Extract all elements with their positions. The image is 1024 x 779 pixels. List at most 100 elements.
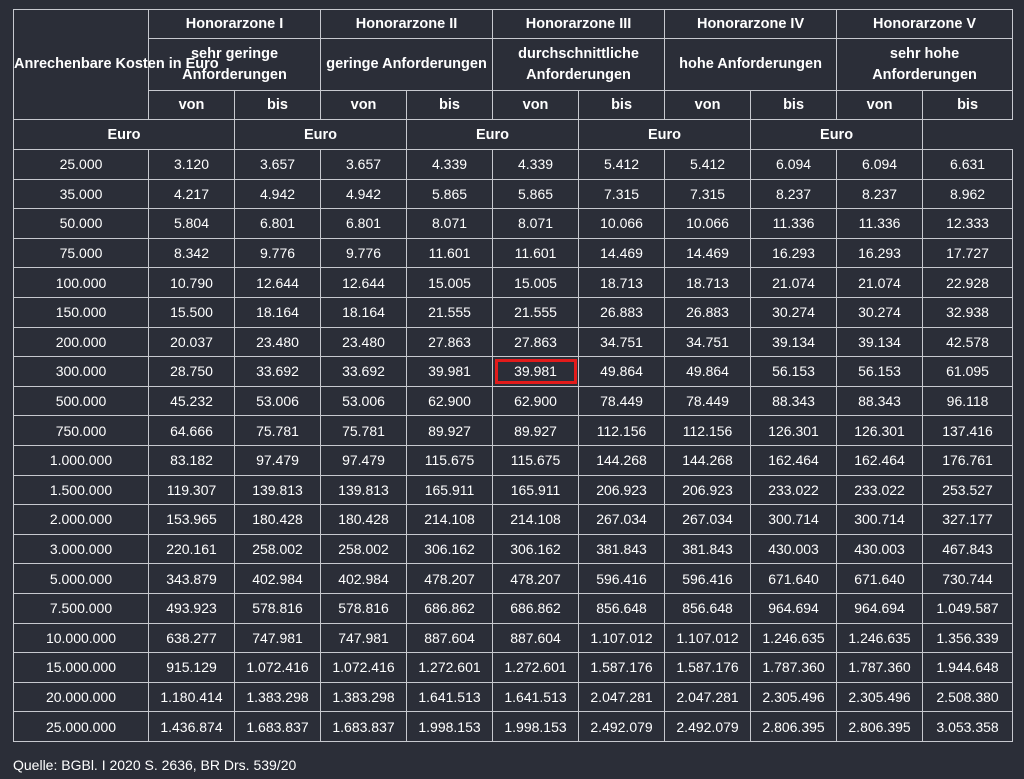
fee-to-cell: 1.683.837 bbox=[233, 711, 322, 742]
zone-header-3: Honorarzone III bbox=[492, 9, 666, 39]
fee-to-cell: 17.727 bbox=[922, 237, 1014, 269]
fee-to-cell: 3.053.358 bbox=[922, 711, 1014, 742]
fee-to-cell: 126.301 bbox=[750, 415, 838, 446]
fee-to-cell: 18.164 bbox=[233, 296, 322, 328]
table-row: 300.000 28.750 33.692 33.692 39.981 39.981 49.… bbox=[13, 356, 1014, 387]
fee-to-cell: 180.428 bbox=[233, 504, 322, 535]
fee-from-cell: 4.217 bbox=[148, 178, 235, 210]
fee-to-cell: 964.694 bbox=[750, 592, 838, 624]
fee-to-cell: 596.416 bbox=[578, 563, 666, 594]
fee-from-cell: 30.274 bbox=[836, 296, 924, 328]
cost-cell: 5.000.000 bbox=[13, 563, 149, 594]
fee-from-cell: 402.984 bbox=[320, 563, 408, 594]
table-row: 15.000.000 915.129 1.072.416 1.072.416 1.272… bbox=[13, 652, 1014, 683]
fee-from-cell: 18.164 bbox=[320, 296, 408, 328]
fee-from-cell: 1.180.414 bbox=[148, 681, 235, 713]
fee-from-cell: 15.500 bbox=[148, 296, 235, 328]
fee-to-cell: 34.751 bbox=[578, 326, 666, 358]
fee-from-cell: 233.022 bbox=[836, 474, 924, 506]
fee-from-cell: 34.751 bbox=[664, 326, 752, 358]
cost-cell: 500.000 bbox=[13, 385, 149, 417]
fee-to-cell: 23.480 bbox=[233, 326, 322, 358]
fee-to-cell: 7.315 bbox=[578, 178, 666, 210]
from-header: von bbox=[320, 90, 408, 120]
fee-from-cell: 12.644 bbox=[320, 267, 408, 298]
fee-to-cell: 144.268 bbox=[578, 444, 666, 476]
source-note: Quelle: BGBl. I 2020 S. 2636, BR Drs. 53… bbox=[13, 757, 297, 773]
zone-header-4: Honorarzone IV bbox=[664, 9, 838, 39]
fee-to-cell: 27.863 bbox=[406, 326, 494, 358]
fee-to-cell: 1.944.648 bbox=[922, 652, 1014, 683]
from-header: von bbox=[836, 90, 924, 120]
fee-to-cell: 96.118 bbox=[922, 385, 1014, 417]
fee-to-cell: 11.601 bbox=[406, 237, 494, 269]
cost-cell: 200.000 bbox=[13, 326, 149, 358]
fee-from-cell: 21.074 bbox=[836, 267, 924, 298]
unit-header: Euro bbox=[578, 119, 752, 150]
fee-to-cell: 26.883 bbox=[578, 296, 666, 328]
fee-from-cell: 39.134 bbox=[836, 326, 924, 358]
fee-to-cell: 53.006 bbox=[233, 385, 322, 417]
fee-from-cell: 686.862 bbox=[492, 592, 580, 624]
fee-from-cell: 139.813 bbox=[320, 474, 408, 506]
fee-to-cell: 578.816 bbox=[233, 592, 322, 624]
fee-to-cell: 1.049.587 bbox=[922, 592, 1014, 624]
fee-from-cell: 16.293 bbox=[836, 237, 924, 269]
fee-to-cell: 1.787.360 bbox=[750, 652, 838, 683]
fee-to-cell: 300.714 bbox=[750, 504, 838, 535]
fee-to-cell: 6.631 bbox=[922, 149, 1014, 180]
fee-to-cell: 56.153 bbox=[750, 356, 838, 387]
fee-from-cell: 1.272.601 bbox=[492, 652, 580, 683]
fee-from-cell: 115.675 bbox=[492, 444, 580, 476]
fee-from-cell: 214.108 bbox=[492, 504, 580, 535]
cost-cell: 75.000 bbox=[13, 237, 149, 269]
fee-from-cell: 83.182 bbox=[148, 444, 235, 476]
fee-to-cell: 1.072.416 bbox=[233, 652, 322, 683]
fee-from-cell: 11.601 bbox=[492, 237, 580, 269]
fee-to-cell: 206.923 bbox=[578, 474, 666, 506]
fee-to-cell: 258.002 bbox=[233, 533, 322, 565]
from-header: von bbox=[492, 90, 580, 120]
fee-from-cell: 267.034 bbox=[664, 504, 752, 535]
fee-from-cell: 747.981 bbox=[320, 622, 408, 654]
fee-from-cell: 915.129 bbox=[148, 652, 235, 683]
fee-from-cell: 1.787.360 bbox=[836, 652, 924, 683]
table-row: 750.000 64.666 75.781 75.781 89.927 89.927 112… bbox=[13, 415, 1014, 446]
fee-to-cell: 62.900 bbox=[406, 385, 494, 417]
table-row: 25.000.000 1.436.874 1.683.837 1.683.837 1.9… bbox=[13, 711, 1014, 742]
from-header: von bbox=[148, 90, 235, 120]
fee-from-cell: 165.911 bbox=[492, 474, 580, 506]
fee-from-cell: 1.436.874 bbox=[148, 711, 235, 742]
fee-to-cell: 8.962 bbox=[922, 178, 1014, 210]
fee-to-cell: 115.675 bbox=[406, 444, 494, 476]
fee-from-cell: 2.047.281 bbox=[664, 681, 752, 713]
fee-from-cell: 478.207 bbox=[492, 563, 580, 594]
cost-cell: 1.500.000 bbox=[13, 474, 149, 506]
zone-requirement-3: durchschnittliche Anforderungen bbox=[492, 38, 666, 91]
cost-cell: 7.500.000 bbox=[13, 592, 149, 624]
fee-to-cell: 162.464 bbox=[750, 444, 838, 476]
fee-to-cell: 1.587.176 bbox=[578, 652, 666, 683]
zone-header-1: Honorarzone I bbox=[147, 9, 322, 39]
fee-to-cell: 381.843 bbox=[578, 533, 666, 565]
fee-to-cell: 1.998.153 bbox=[406, 711, 494, 742]
fee-from-cell: 89.927 bbox=[492, 415, 580, 446]
fee-to-cell: 5.412 bbox=[578, 149, 666, 180]
fee-to-cell: 42.578 bbox=[922, 326, 1014, 358]
fee-to-cell: 49.864 bbox=[578, 356, 666, 387]
fee-from-cell: 75.781 bbox=[320, 415, 408, 446]
table-row: 500.000 45.232 53.006 53.006 62.900 62.900 78.… bbox=[13, 385, 1014, 417]
fee-from-cell: 2.305.496 bbox=[836, 681, 924, 713]
fee-to-cell: 11.336 bbox=[750, 208, 838, 239]
cost-cell: 35.000 bbox=[13, 178, 149, 210]
highlighted-fee-cell: 39.981 bbox=[492, 356, 580, 387]
fee-to-cell: 327.177 bbox=[922, 504, 1014, 535]
fee-to-cell: 8.071 bbox=[406, 208, 494, 239]
fee-from-cell: 8.237 bbox=[836, 178, 924, 210]
fee-to-cell: 214.108 bbox=[406, 504, 494, 535]
fee-from-cell: 53.006 bbox=[320, 385, 408, 417]
to-header: bis bbox=[406, 90, 494, 120]
table-row: 20.000.000 1.180.414 1.383.298 1.383.298 1.6… bbox=[13, 681, 1014, 713]
fee-from-cell: 596.416 bbox=[664, 563, 752, 594]
table-row: 5.000.000 343.879 402.984 402.984 478.207 478… bbox=[13, 563, 1014, 594]
